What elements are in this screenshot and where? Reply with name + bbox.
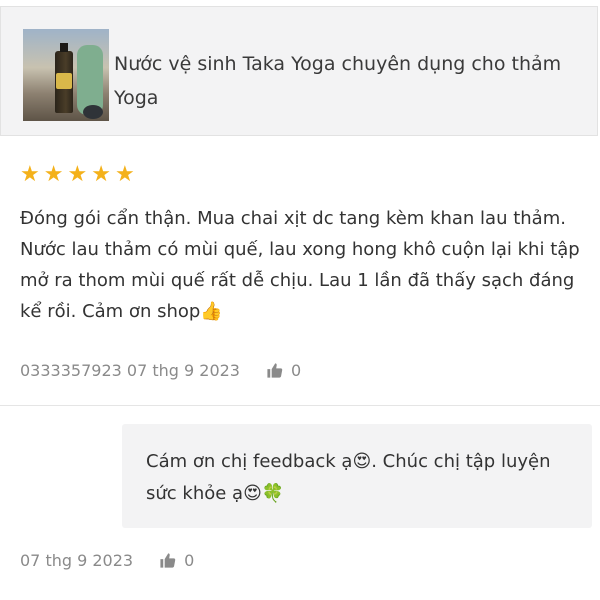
heart-eyes-emoji: 😍 [243, 483, 262, 504]
review-date: 07 thg 9 2023 [126, 361, 240, 380]
reply-text: Cám ơn chị feedback ạ😍. Chúc chị tập luy… [146, 446, 576, 510]
shop-reply: Cám ơn chị feedback ạ😍. Chúc chị tập luy… [122, 424, 592, 528]
star-icon: ★ [67, 162, 88, 187]
review-meta: 0333357923 07 thg 9 2023 0 [20, 361, 301, 380]
star-icon: ★ [114, 162, 135, 187]
stone-shape [83, 105, 103, 119]
reply-date: 07 thg 9 2023 [20, 551, 134, 570]
reply-like-count: 0 [184, 551, 195, 570]
clover-emoji: 🍀 [261, 483, 285, 504]
divider [0, 405, 600, 406]
star-icon: ★ [20, 162, 40, 187]
reply-meta: 07 thg 9 2023 0 [20, 551, 194, 570]
heart-eyes-emoji: 😍 [352, 451, 372, 472]
product-card[interactable]: Nước vệ sinh Taka Yoga chuyên dụng cho t… [0, 6, 598, 136]
star-rating: ★ ★ ★ ★ ★ [20, 164, 135, 186]
review-author: 0333357923 [20, 361, 122, 380]
like-count: 0 [290, 361, 302, 380]
review-text: Đóng gói cẩn thận. Mua chai xịt dc tang … [20, 203, 590, 327]
star-icon: ★ [43, 162, 64, 187]
star-icon: ★ [91, 162, 111, 187]
thumbs-up-icon[interactable] [266, 362, 283, 379]
product-thumbnail-image[interactable] [23, 29, 109, 121]
bottle-label-shape [56, 73, 72, 89]
product-title[interactable]: Nước vệ sinh Taka Yoga chuyên dụng cho t… [114, 47, 574, 115]
thumbs-up-emoji: 👍 [200, 301, 223, 322]
reply-part-1: Cám ơn chị feedback ạ [146, 451, 353, 472]
thumbs-up-icon[interactable] [159, 552, 176, 569]
review-body: Đóng gói cẩn thận. Mua chai xịt dc tang … [20, 208, 580, 322]
